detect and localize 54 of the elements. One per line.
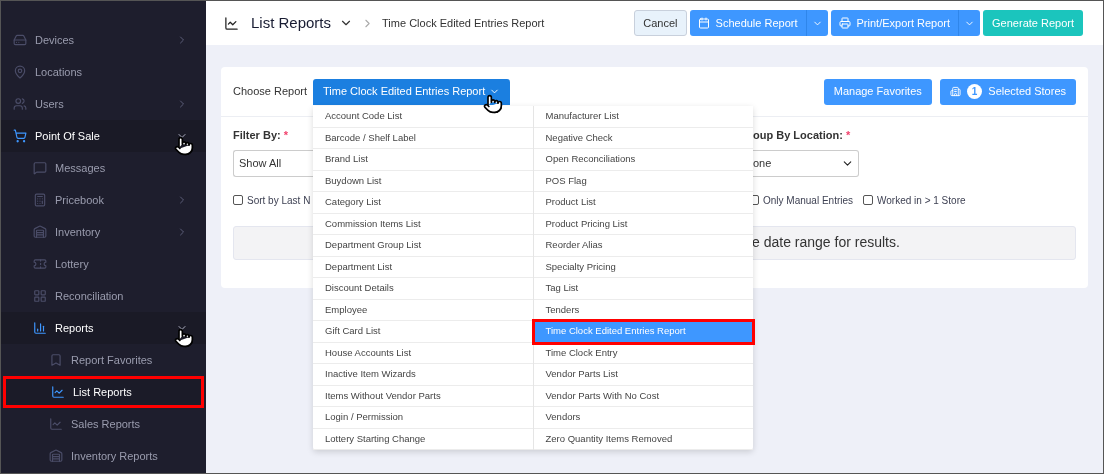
report-option[interactable]: Department List	[313, 256, 533, 278]
report-option[interactable]: Specialty Pricing	[533, 256, 753, 278]
sidebar-item[interactable]: Pricebook	[1, 184, 206, 216]
sidebar-item[interactable]: Devices	[1, 24, 206, 56]
sidebar-item[interactable]: Locations	[1, 56, 206, 88]
report-option[interactable]: Lottery Starting Change	[313, 428, 533, 450]
report-option[interactable]: Inactive Item Wizards	[313, 364, 533, 386]
report-option[interactable]: House Accounts List	[313, 342, 533, 364]
report-option[interactable]: POS Flag	[533, 170, 753, 192]
report-option[interactable]: Product Pricing List	[533, 213, 753, 235]
report-select[interactable]: Time Clock Edited Entries Report	[313, 78, 511, 105]
report-option[interactable]: Buydown List	[313, 170, 533, 192]
page-title: List Reports	[251, 12, 332, 33]
report-option[interactable]: Brand List	[313, 149, 533, 171]
report-option[interactable]: Account Code List	[313, 106, 533, 128]
report-option[interactable]: Barcode / Shelf Label	[313, 127, 533, 149]
report-option[interactable]: Department Group List	[313, 235, 533, 257]
count-badge: 1	[966, 84, 983, 99]
report-option[interactable]: Reorder Alias	[533, 235, 753, 257]
report-option[interactable]: Product List	[533, 192, 753, 214]
report-option[interactable]: Vendor Parts List	[533, 364, 753, 386]
sidebar-item[interactable]: Messages	[1, 152, 206, 184]
report-option[interactable]: Category List	[313, 192, 533, 214]
report-option[interactable]: Negative Check	[533, 127, 753, 149]
checkbox-label: Worked in > 1 Store	[877, 193, 966, 208]
breadcrumb: Time Clock Edited Entries Report	[382, 15, 546, 31]
sidebar-item[interactable]: Users	[1, 88, 206, 120]
report-option[interactable]: Vendors	[533, 407, 753, 429]
report-option[interactable]: Discount Details	[313, 278, 533, 300]
report-option[interactable]: Open Reconciliations	[533, 149, 753, 171]
sidebar-item[interactable]: Inventory	[1, 216, 206, 248]
report-option[interactable]: Gift Card List	[313, 321, 533, 343]
sidebar-item[interactable]: Lottery	[1, 248, 206, 280]
checkbox-label: Only Manual Entries	[763, 193, 854, 208]
report-option[interactable]: Items Without Vendor Parts	[313, 385, 533, 407]
report-option[interactable]: Time Clock Entry	[533, 342, 753, 364]
report-option[interactable]: Login / Permission	[313, 407, 533, 429]
report-option[interactable]: Manufacturer List	[533, 106, 753, 128]
sidebar-item[interactable]: List Reports	[3, 376, 204, 408]
sidebar-item[interactable]: Inventory Reports	[1, 440, 206, 472]
report-option[interactable]: Zero Quantity Items Removed	[533, 428, 753, 450]
checkbox-label: Sort by Last N	[247, 193, 311, 208]
sidebar-item[interactable]: Sales Reports	[1, 408, 206, 440]
field-label: Filter By: *	[233, 128, 290, 143]
field-label: oup By Location: *	[753, 128, 852, 143]
report-option[interactable]: Tag List	[533, 278, 753, 300]
report-option[interactable]: Employee	[313, 299, 533, 321]
report-option[interactable]: Vendor Parts With No Cost	[533, 385, 753, 407]
cancel-button[interactable]: Cancel	[634, 10, 687, 36]
field-label: Choose Report	[233, 84, 308, 100]
sidebar-item[interactable]: Reconciliation	[1, 280, 206, 312]
sidebar-item[interactable]: Report Favorites	[1, 344, 206, 376]
report-option[interactable]: Commission Items List	[313, 213, 533, 235]
group-select[interactable]: one	[753, 149, 859, 177]
